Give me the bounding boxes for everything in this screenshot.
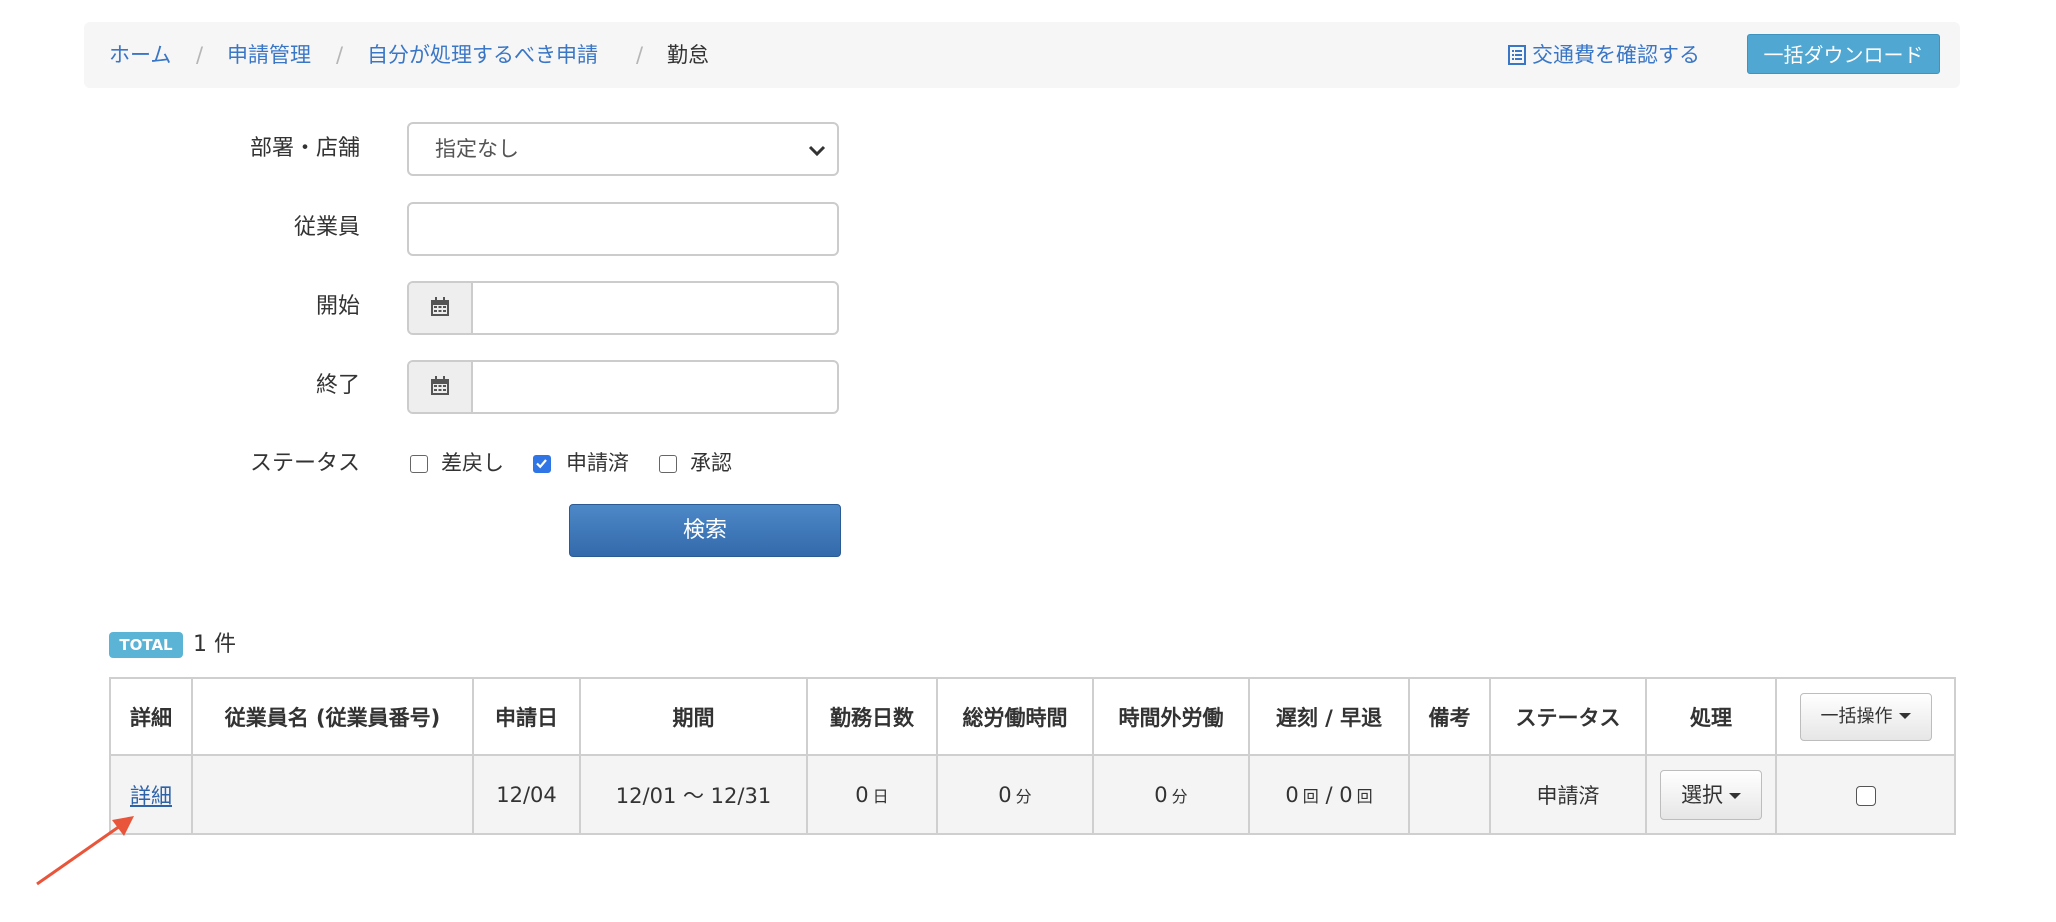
column-header-work-days: 勤務日数 (806, 677, 938, 756)
caret-down-icon (1729, 792, 1741, 799)
column-header-note: 備考 (1408, 677, 1491, 756)
start-date-calendar-button[interactable] (409, 283, 473, 333)
cell-period: 12/01 〜 12/31 (579, 754, 808, 835)
employee-label: 従業員 (293, 215, 360, 240)
column-header-total-hours: 総労働時間 (936, 677, 1094, 756)
department-select[interactable]: 指定なし (407, 122, 839, 176)
work-days-value: 0 (855, 782, 869, 807)
start-date-label: 開始 (315, 294, 360, 319)
calendar-icon (431, 297, 449, 316)
end-date-calendar-button[interactable] (409, 362, 473, 412)
bulk-action-label: 一括操作 (1820, 705, 1893, 727)
row-select-checkbox[interactable] (1855, 785, 1876, 806)
search-button[interactable]: 検索 (569, 504, 841, 557)
table-row: 詳細 12/04 12/01 〜 12/31 0日 0分 0分 0回 / 0回 … (109, 754, 1956, 835)
late-early-separator: / (1325, 782, 1333, 807)
column-header-employee: 従業員名 (従業員番号) (191, 677, 474, 756)
end-date-input[interactable] (473, 362, 837, 412)
list-icon (1508, 45, 1526, 65)
cell-work-days: 0日 (806, 754, 938, 835)
transport-cost-link-label: 交通費を確認する (1532, 43, 1700, 67)
work-days-unit: 日 (872, 786, 889, 806)
cell-status: 申請済 (1489, 754, 1647, 835)
cell-employee (191, 754, 474, 835)
status-approved-checkbox[interactable] (659, 455, 677, 473)
status-returned-checkbox[interactable] (410, 455, 428, 473)
total-badge: TOTAL (109, 632, 183, 658)
column-header-late-early: 遅刻 / 早退 (1248, 677, 1410, 756)
column-header-period: 期間 (579, 677, 808, 756)
column-header-status: ステータス (1489, 677, 1647, 756)
transport-cost-link[interactable]: 交通費を確認する (1508, 42, 1700, 68)
row-action-select-button[interactable]: 選択 (1660, 769, 1762, 820)
table-header-row: 詳細 従業員名 (従業員番号) 申請日 期間 勤務日数 総労働時間 時間外労働 … (109, 677, 1956, 756)
late-value: 0 (1285, 782, 1299, 807)
total-count: 1 件 (193, 632, 236, 657)
column-header-bulk: 一括操作 (1775, 677, 1956, 756)
breadcrumb-separator: / (336, 43, 344, 67)
end-date-field (407, 360, 839, 414)
caret-down-icon (1898, 712, 1911, 719)
calendar-icon (431, 376, 449, 395)
column-header-overtime: 時間外労働 (1092, 677, 1250, 756)
status-applied-checkbox[interactable] (533, 455, 551, 473)
breadcrumb-home[interactable]: ホーム (109, 42, 171, 68)
column-header-detail: 詳細 (109, 677, 193, 756)
cell-applied-date: 12/04 (472, 754, 581, 835)
breadcrumb-separator: / (196, 43, 204, 67)
early-value: 0 (1339, 782, 1353, 807)
cell-note (1408, 754, 1491, 835)
bulk-download-button[interactable]: 一括ダウンロード (1747, 34, 1940, 74)
annotation-arrow (36, 816, 134, 886)
cell-overtime: 0分 (1092, 754, 1250, 835)
cell-select (1775, 754, 1956, 835)
row-action-label: 選択 (1681, 782, 1723, 807)
status-applied-label: 申請済 (566, 451, 629, 475)
breadcrumb-my-applications[interactable]: 自分が処理するべき申請 (367, 42, 598, 68)
cell-late-early: 0回 / 0回 (1248, 754, 1410, 835)
status-label: ステータス (249, 451, 360, 476)
total-hours-value: 0 (998, 782, 1012, 807)
chevron-down-icon (808, 145, 826, 157)
department-label: 部署・店舗 (249, 136, 360, 161)
status-approved-label: 承認 (690, 451, 732, 475)
late-unit: 回 (1302, 786, 1319, 806)
overtime-value: 0 (1154, 782, 1168, 807)
status-returned-label: 差戻し (441, 451, 504, 475)
cell-total-hours: 0分 (936, 754, 1094, 835)
column-header-applied-date: 申請日 (472, 677, 581, 756)
column-header-action: 処理 (1645, 677, 1777, 756)
cell-action: 選択 (1645, 754, 1777, 835)
breadcrumb-separator: / (636, 43, 644, 67)
early-unit: 回 (1356, 786, 1373, 806)
start-date-field (407, 281, 839, 335)
breadcrumb-application-management[interactable]: 申請管理 (227, 42, 311, 68)
checkmark-icon (536, 459, 547, 469)
total-hours-unit: 分 (1015, 786, 1032, 806)
employee-input[interactable] (407, 202, 839, 256)
detail-link[interactable]: 詳細 (130, 784, 172, 808)
breadcrumb-current: 勤怠 (667, 43, 709, 67)
overtime-unit: 分 (1171, 786, 1188, 806)
results-table: 詳細 従業員名 (従業員番号) 申請日 期間 勤務日数 総労働時間 時間外労働 … (109, 677, 1956, 835)
bulk-action-button[interactable]: 一括操作 (1799, 692, 1932, 741)
breadcrumb: ホーム / 申請管理 / 自分が処理するべき申請 / 勤怠 交通費を確認する 一… (84, 22, 1960, 88)
end-date-label: 終了 (315, 373, 360, 398)
department-select-value: 指定なし (435, 137, 519, 161)
start-date-input[interactable] (473, 283, 837, 333)
